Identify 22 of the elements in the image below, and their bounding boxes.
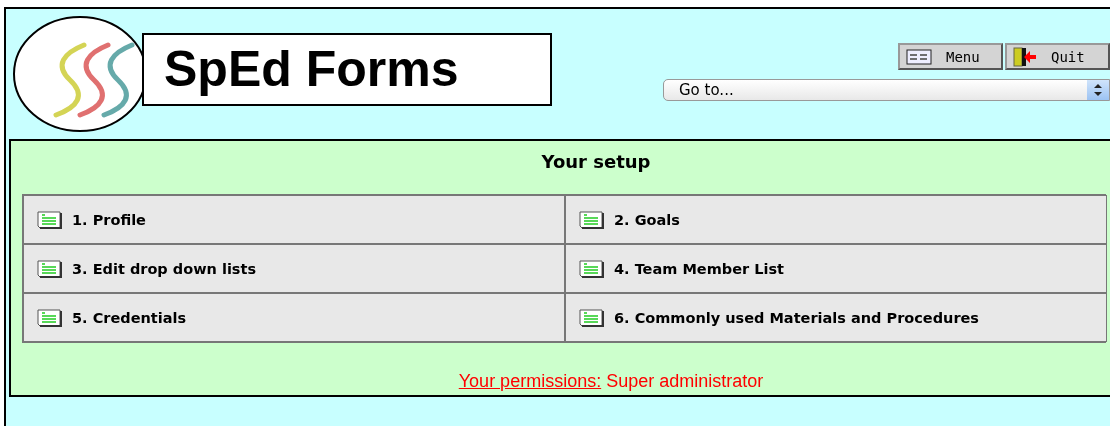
stepper-icon (1087, 80, 1109, 100)
setup-link[interactable]: 6. Commonly used Materials and Procedures (565, 293, 1107, 342)
goto-dropdown[interactable]: Go to... (663, 79, 1110, 101)
list-icon (906, 48, 932, 65)
setup-link[interactable]: 5. Credentials (23, 293, 565, 342)
quit-button[interactable]: Quit (1005, 43, 1110, 70)
document-icon (578, 306, 606, 329)
permissions-link[interactable]: Your permissions: (458, 371, 602, 392)
setup-link[interactable]: 3. Edit drop down lists (23, 244, 565, 293)
section-heading: Your setup (541, 151, 651, 172)
setup-link[interactable]: 2. Goals (565, 195, 1107, 244)
permission-level: Super administrator (606, 371, 764, 392)
document-icon (36, 257, 64, 280)
app-title: SpEd Forms (142, 32, 552, 106)
setup-link[interactable]: 4. Team Member List (565, 244, 1107, 293)
document-icon (36, 306, 64, 329)
setup-link[interactable]: 1. Profile (23, 195, 565, 244)
menu-button[interactable]: Menu (898, 43, 1003, 70)
document-icon (578, 257, 606, 280)
document-icon (578, 208, 606, 231)
exit-door-icon (1013, 46, 1037, 67)
document-icon (36, 208, 64, 231)
